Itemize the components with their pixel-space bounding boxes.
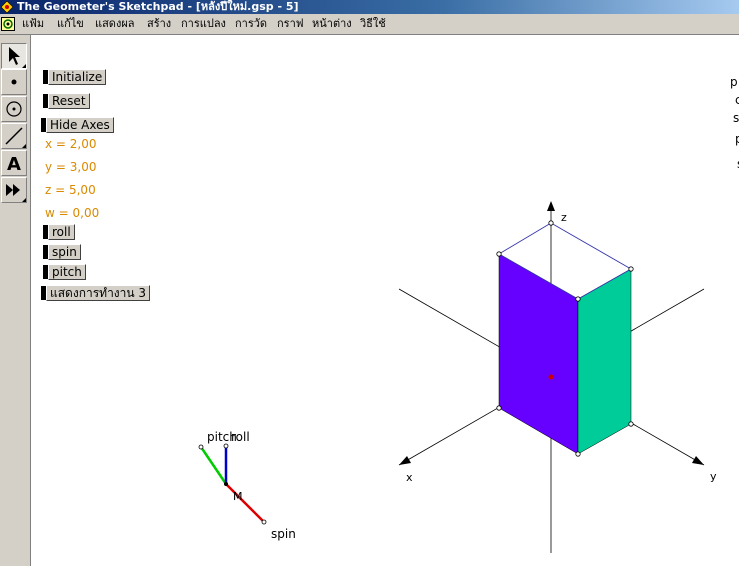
axis-x-label: x	[406, 471, 413, 484]
sketch-drawing: pitch roll M spin z x y	[198, 201, 717, 553]
center-label: M	[233, 490, 243, 503]
box-vertex[interactable]	[575, 296, 581, 302]
menu-edit[interactable]: แก้ไข	[57, 17, 84, 31]
spin-label: spin	[271, 527, 296, 541]
clipped-text-2: c	[735, 93, 739, 107]
box-vertex[interactable]	[628, 421, 634, 427]
roll-handle-point[interactable]	[223, 443, 229, 449]
roll-label: roll	[231, 430, 250, 444]
axis-z-label: z	[561, 211, 567, 224]
menu-graph[interactable]: กราฟ	[277, 17, 304, 31]
tool-flyout-indicator	[22, 198, 26, 202]
origin-point[interactable]	[548, 374, 554, 380]
box-side-face[interactable]	[577, 268, 632, 455]
menu-window[interactable]: หน้าต่าง	[312, 17, 352, 31]
clipped-text-4: p	[735, 132, 739, 146]
toolbox: A	[0, 35, 31, 566]
axis-z-arrowhead	[547, 201, 555, 211]
menu-file[interactable]: แฟ้ม	[22, 17, 44, 31]
selection-arrow-tool[interactable]	[1, 43, 27, 69]
box-front-face[interactable]	[498, 253, 579, 455]
box-3d	[496, 220, 634, 457]
box-vertex[interactable]	[628, 266, 634, 272]
compass-tool[interactable]	[1, 96, 27, 122]
sketchpad-app-icon	[1, 1, 13, 13]
menu-transform[interactable]: การแปลง	[181, 17, 226, 31]
box-vertex[interactable]	[496, 405, 502, 411]
spin-handle-point[interactable]	[261, 519, 267, 525]
pitch-handle-point[interactable]	[198, 444, 204, 450]
axis-y-arrowhead	[692, 456, 704, 465]
gimbal-center-point[interactable]	[224, 482, 228, 486]
gimbal-widget: pitch roll M spin	[198, 430, 296, 541]
box-top-edges	[498, 222, 632, 270]
clipped-text-3: s	[733, 111, 739, 125]
text-tool[interactable]: A	[1, 150, 27, 176]
document-icon[interactable]	[1, 17, 15, 31]
compass-icon	[6, 101, 22, 117]
axis-x-arrowhead	[399, 456, 411, 465]
clipped-text-1: p	[730, 75, 738, 89]
svg-text:A: A	[7, 154, 21, 175]
menu-construct[interactable]: สร้าง	[147, 17, 171, 31]
sketch-canvas[interactable]: Initialize Reset Hide Axes x = 2,00 y = …	[31, 35, 739, 566]
axis-y-label: y	[710, 470, 717, 483]
tool-flyout-indicator	[22, 64, 26, 68]
straightedge-tool[interactable]	[1, 123, 27, 149]
title-bar: The Geometer's Sketchpad - [หลังปีใหม่.g…	[0, 0, 739, 14]
menu-display[interactable]: แสดงผล	[95, 17, 135, 31]
box-vertex[interactable]	[496, 251, 502, 257]
tool-flyout-indicator	[22, 144, 26, 148]
box-vertex[interactable]	[575, 451, 581, 457]
point-tool[interactable]	[1, 69, 27, 95]
menu-bar: แฟ้ม แก้ไข แสดงผล สร้าง การแปลง การวัด ก…	[0, 14, 739, 35]
spin-handle-line[interactable]	[225, 483, 265, 523]
menu-help[interactable]: วิธีใช้	[360, 17, 386, 31]
window-title: The Geometer's Sketchpad - [หลังปีใหม่.g…	[17, 0, 299, 13]
point-icon	[11, 79, 17, 85]
box-vertex[interactable]	[548, 220, 554, 226]
script-tool[interactable]	[1, 177, 27, 203]
menu-measure[interactable]: การวัด	[235, 17, 267, 31]
text-icon: A	[7, 154, 21, 175]
pitch-handle-line[interactable]	[199, 446, 228, 485]
